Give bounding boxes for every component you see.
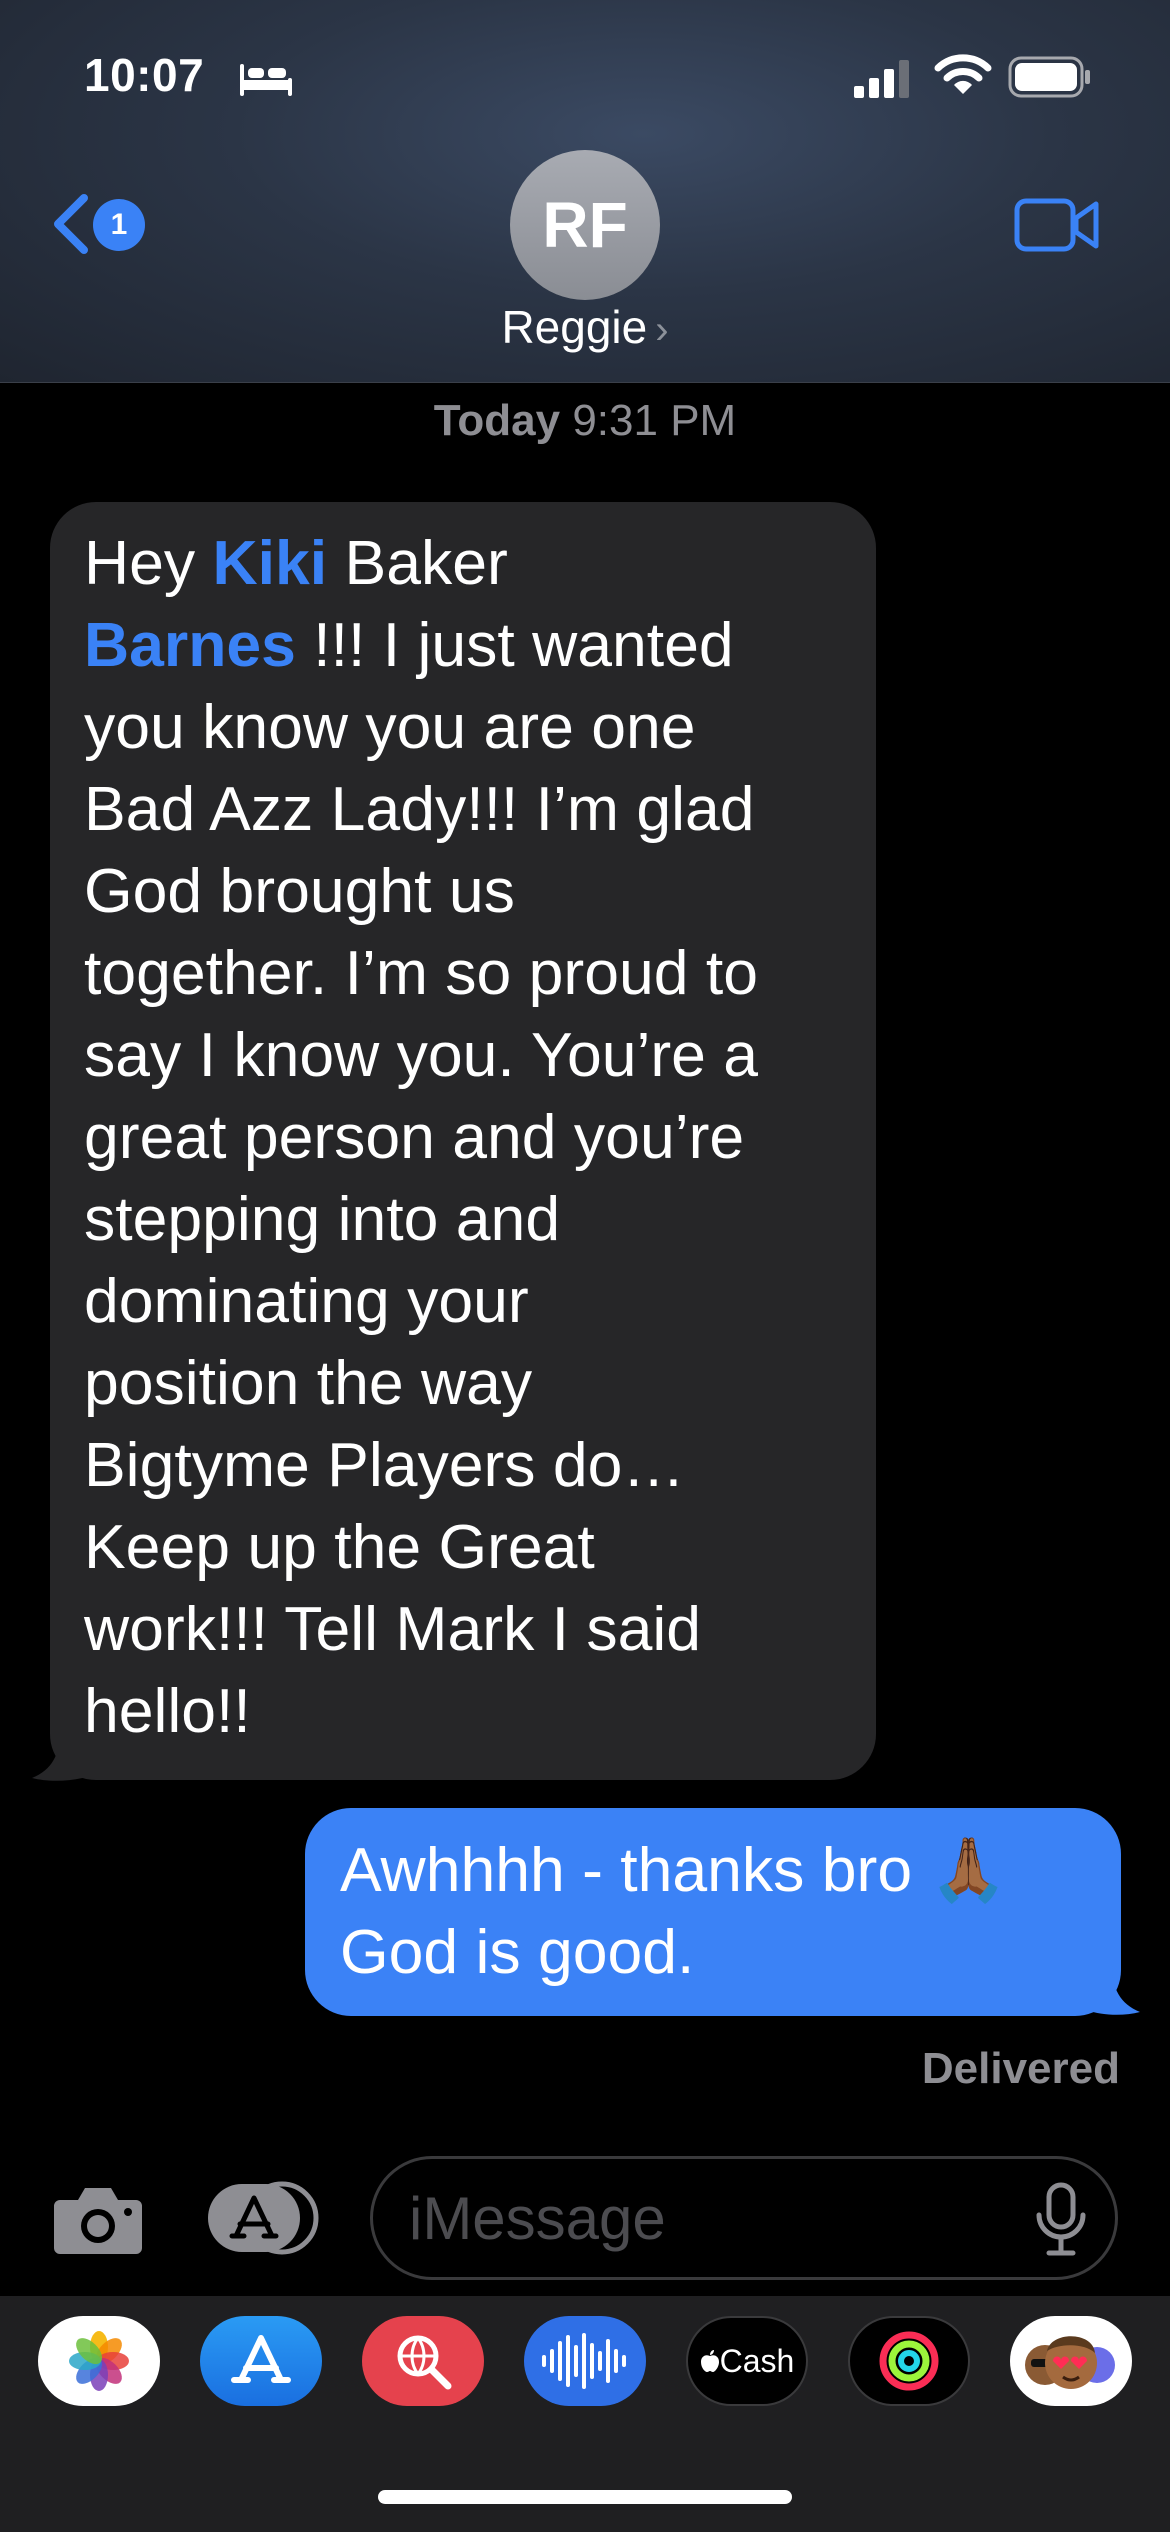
back-button[interactable]: 1 <box>48 186 158 262</box>
incoming-message-text: Hey Kiki Baker Barnes !!! I just wanted … <box>84 522 864 1752</box>
waveform-icon <box>542 2333 626 2389</box>
photos-app-icon[interactable] <box>38 2316 160 2406</box>
mention-highlight[interactable]: Barnes <box>84 610 296 680</box>
globe-search-icon <box>397 2335 452 2390</box>
app-store-a-icon <box>231 2335 291 2383</box>
imessage-input[interactable]: iMessage <box>370 2156 1118 2280</box>
apple-cash-icon[interactable]: Cash <box>686 2316 808 2406</box>
incoming-bubble-tail <box>32 1732 90 1781</box>
camera-icon[interactable] <box>52 2182 144 2256</box>
cellular-signal-icon <box>854 60 909 98</box>
app-store-apps-icon[interactable] <box>206 2180 320 2256</box>
audio-message-icon[interactable] <box>524 2316 646 2406</box>
wifi-icon <box>934 54 992 94</box>
outgoing-message-text: Awhhhh - thanks bro 🙏🏾 God is good. <box>340 1835 1008 1987</box>
message-timestamp: Today 9:31 PM <box>0 396 1170 446</box>
chevron-right-icon: › <box>655 308 669 352</box>
cash-label: Cash <box>719 2342 795 2379</box>
contact-avatar[interactable]: RF <box>510 150 660 300</box>
apple-logo-icon <box>700 2350 719 2372</box>
contact-name: Reggie <box>501 301 648 353</box>
incoming-text-body: !!! I just wanted you know you are one B… <box>84 610 759 1746</box>
memoji-stickers-icon[interactable] <box>1010 2316 1132 2406</box>
incoming-text-part: Baker <box>327 528 508 598</box>
video-call-icon[interactable] <box>1014 196 1100 254</box>
microphone-icon[interactable] <box>1033 2181 1089 2257</box>
delivery-status: Delivered <box>921 2044 1120 2093</box>
activity-icon[interactable] <box>848 2316 970 2406</box>
search-images-app-icon[interactable] <box>362 2316 484 2406</box>
timestamp-time: 9:31 PM <box>572 396 737 445</box>
home-indicator[interactable] <box>378 2490 792 2504</box>
status-bar: 10:07 <box>0 0 1170 150</box>
activity-rings-icon <box>879 2331 939 2391</box>
battery-icon <box>1008 56 1090 98</box>
contact-name-button[interactable]: Reggie › <box>0 300 1170 354</box>
sleep-focus-icon <box>240 64 292 96</box>
imessage-placeholder: iMessage <box>409 2184 666 2252</box>
incoming-text-part: Hey <box>84 528 213 598</box>
memoji-faces-icon <box>1025 2336 1115 2389</box>
timestamp-day: Today <box>433 396 561 445</box>
mention-highlight[interactable]: Kiki <box>213 528 328 598</box>
photos-flower-icon <box>69 2331 129 2391</box>
conversation-header: 10:07 1 RF Reggie › <box>0 0 1170 383</box>
status-time: 10:07 <box>84 49 205 101</box>
app-store-icon[interactable] <box>200 2316 322 2406</box>
chevron-left-icon <box>54 194 88 254</box>
unread-count-badge: 1 <box>93 199 145 251</box>
